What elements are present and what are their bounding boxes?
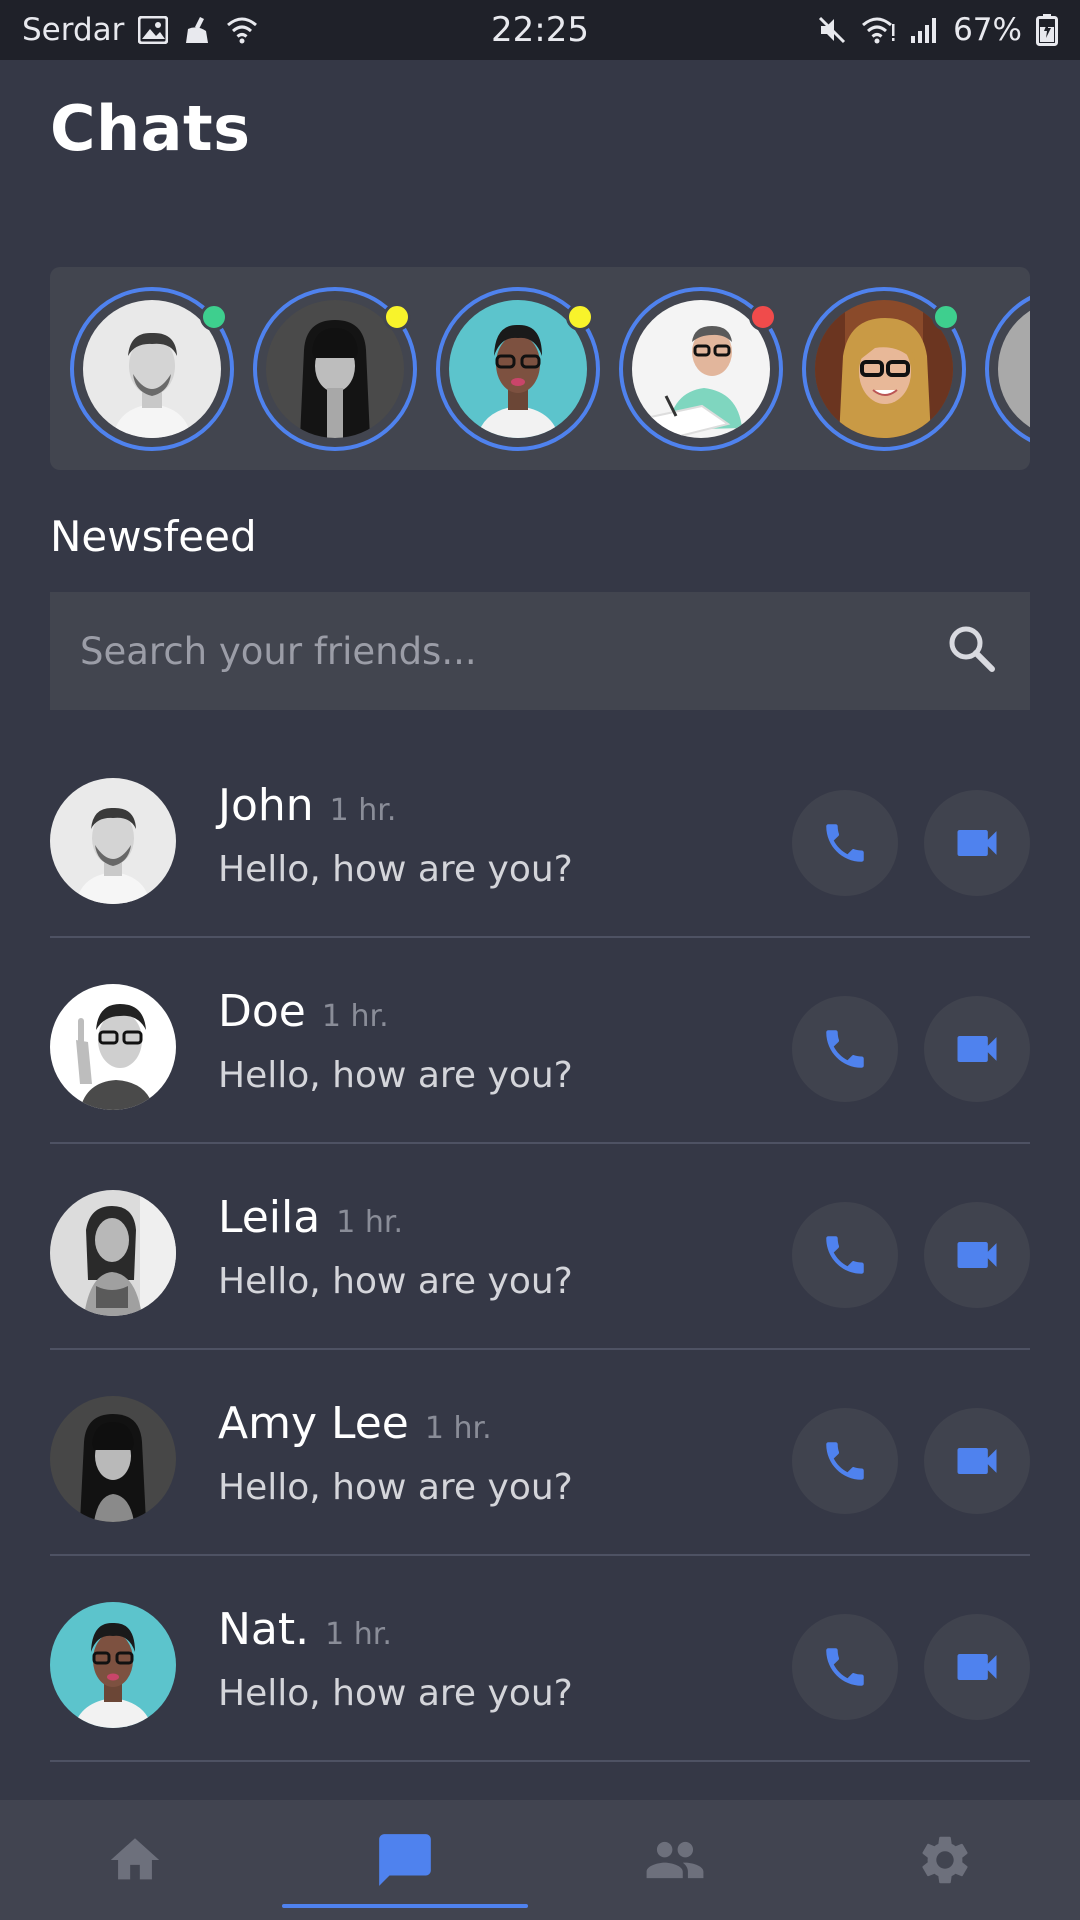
video-call-button[interactable] — [924, 1408, 1030, 1514]
search-bar[interactable] — [50, 592, 1030, 710]
video-call-button[interactable] — [924, 996, 1030, 1102]
wifi-status-icon — [226, 16, 258, 44]
message-time: 1 hr. — [329, 793, 397, 828]
avatar — [50, 1396, 176, 1522]
story-avatar[interactable] — [70, 287, 234, 451]
contact-name: Nat. — [218, 1604, 310, 1655]
video-call-button[interactable] — [924, 1202, 1030, 1308]
message-time: 1 hr. — [321, 999, 389, 1034]
people-icon — [646, 1841, 704, 1879]
nav-chats[interactable] — [270, 1800, 540, 1920]
image-icon — [138, 16, 169, 44]
contact-name: Amy Lee — [218, 1398, 409, 1449]
battery-level: 67% — [953, 12, 1022, 48]
call-button[interactable] — [792, 1614, 898, 1720]
status-bar: Serdar 22:25 67% — [0, 0, 1080, 60]
phone-icon — [826, 1442, 864, 1480]
call-button[interactable] — [792, 1202, 898, 1308]
story-avatar[interactable] — [985, 287, 1030, 451]
stories-carousel[interactable] — [50, 267, 1030, 470]
gear-icon — [922, 1836, 968, 1884]
video-camera-icon — [957, 1448, 997, 1474]
cleaner-icon — [182, 15, 212, 45]
contact-name: John — [218, 780, 314, 831]
video-camera-icon — [957, 1654, 997, 1680]
online-status-dot — [932, 303, 960, 331]
nav-home[interactable] — [0, 1800, 270, 1920]
call-button[interactable] — [792, 1408, 898, 1514]
newsfeed-title: Newsfeed — [50, 512, 257, 561]
last-message: Hello, how are you? — [218, 849, 573, 890]
story-avatar[interactable] — [436, 287, 600, 451]
busy-status-dot — [749, 303, 777, 331]
carrier-name: Serdar — [22, 12, 125, 48]
online-status-dot — [200, 303, 228, 331]
wifi-icon — [861, 16, 895, 44]
nav-settings[interactable] — [810, 1800, 1080, 1920]
chat-row[interactable]: Leila 1 hr. Hello, how are you? — [50, 1144, 1030, 1350]
chat-row[interactable]: John 1 hr. Hello, how are you? — [50, 732, 1030, 938]
contact-name: Leila — [218, 1192, 321, 1243]
phone-icon — [826, 1236, 864, 1274]
clock: 22:25 — [491, 10, 589, 50]
avatar — [50, 984, 176, 1110]
phone-icon — [826, 1030, 864, 1068]
away-status-dot — [383, 303, 411, 331]
chat-row[interactable]: Doe 1 hr. Hello, how are you? — [50, 938, 1030, 1144]
avatar — [50, 1602, 176, 1728]
home-icon — [110, 1838, 160, 1880]
chat-row[interactable]: Amy Lee 1 hr. Hello, how are you? — [50, 1350, 1030, 1556]
video-call-button[interactable] — [924, 1614, 1030, 1720]
last-message: Hello, how are you? — [218, 1261, 573, 1302]
phone-icon — [826, 824, 864, 862]
avatar — [50, 1190, 176, 1316]
message-time: 1 hr. — [336, 1205, 403, 1240]
last-message: Hello, how are you? — [218, 1055, 573, 1096]
message-time: 1 hr. — [424, 1411, 492, 1446]
message-time: 1 hr. — [325, 1617, 392, 1652]
bottom-navigation — [0, 1800, 1080, 1920]
battery-icon — [1035, 14, 1058, 46]
avatar — [998, 300, 1030, 438]
chat-row[interactable]: Nat. 1 hr. Hello, how are you? — [50, 1556, 1030, 1762]
video-call-button[interactable] — [924, 790, 1030, 896]
story-avatar[interactable] — [253, 287, 417, 451]
last-message: Hello, how are you? — [218, 1467, 573, 1508]
chat-list: John 1 hr. Hello, how are you? Doe 1 hr.… — [50, 732, 1030, 1762]
search-input[interactable] — [80, 629, 944, 673]
signal-icon — [909, 16, 939, 44]
video-camera-icon — [957, 1036, 997, 1062]
video-camera-icon — [957, 1242, 997, 1268]
call-button[interactable] — [792, 790, 898, 896]
story-avatar[interactable] — [802, 287, 966, 451]
away-status-dot — [566, 303, 594, 331]
video-camera-icon — [957, 830, 997, 856]
phone-icon — [826, 1648, 864, 1686]
mute-icon — [817, 15, 847, 45]
page-title: Chats — [50, 92, 251, 165]
search-icon[interactable] — [944, 621, 1000, 681]
chat-icon — [379, 1834, 431, 1886]
nav-friends[interactable] — [540, 1800, 810, 1920]
last-message: Hello, how are you? — [218, 1673, 573, 1714]
avatar — [50, 778, 176, 904]
contact-name: Doe — [218, 986, 306, 1037]
story-avatar[interactable] — [619, 287, 783, 451]
call-button[interactable] — [792, 996, 898, 1102]
